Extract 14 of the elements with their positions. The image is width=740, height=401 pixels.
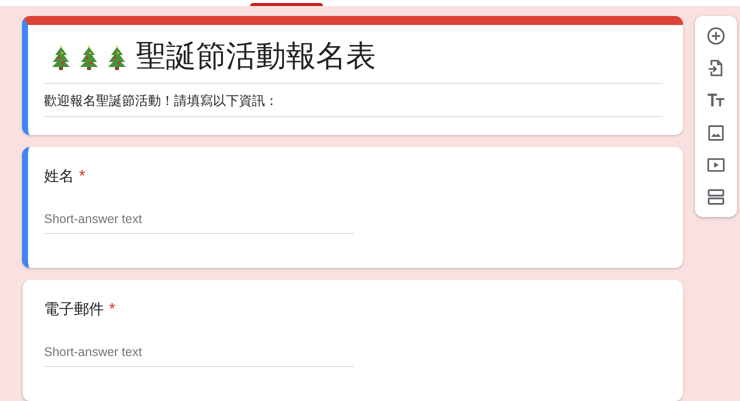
question-label: 姓名 [44,167,74,186]
question-label: 電子郵件 [44,300,104,319]
form-description[interactable]: 歡迎報名聖誕節活動！請填寫以下資訊： [44,84,663,117]
christmas-tree-icon [50,43,72,71]
required-mark: * [109,301,116,319]
add-circle-icon [705,25,727,48]
short-answer-field[interactable]: Short-answer text [44,206,354,234]
short-answer-field[interactable]: Short-answer text [44,339,354,367]
question-card[interactable]: 姓名 * Short-answer text [22,147,683,268]
required-mark: * [79,168,86,186]
form-title[interactable]: 聖誕節活動報名表 [136,39,376,75]
christmas-tree-icon [106,43,128,71]
christmas-tree-icon [78,43,100,71]
question-card[interactable]: 電子郵件 * Short-answer text [22,280,683,401]
